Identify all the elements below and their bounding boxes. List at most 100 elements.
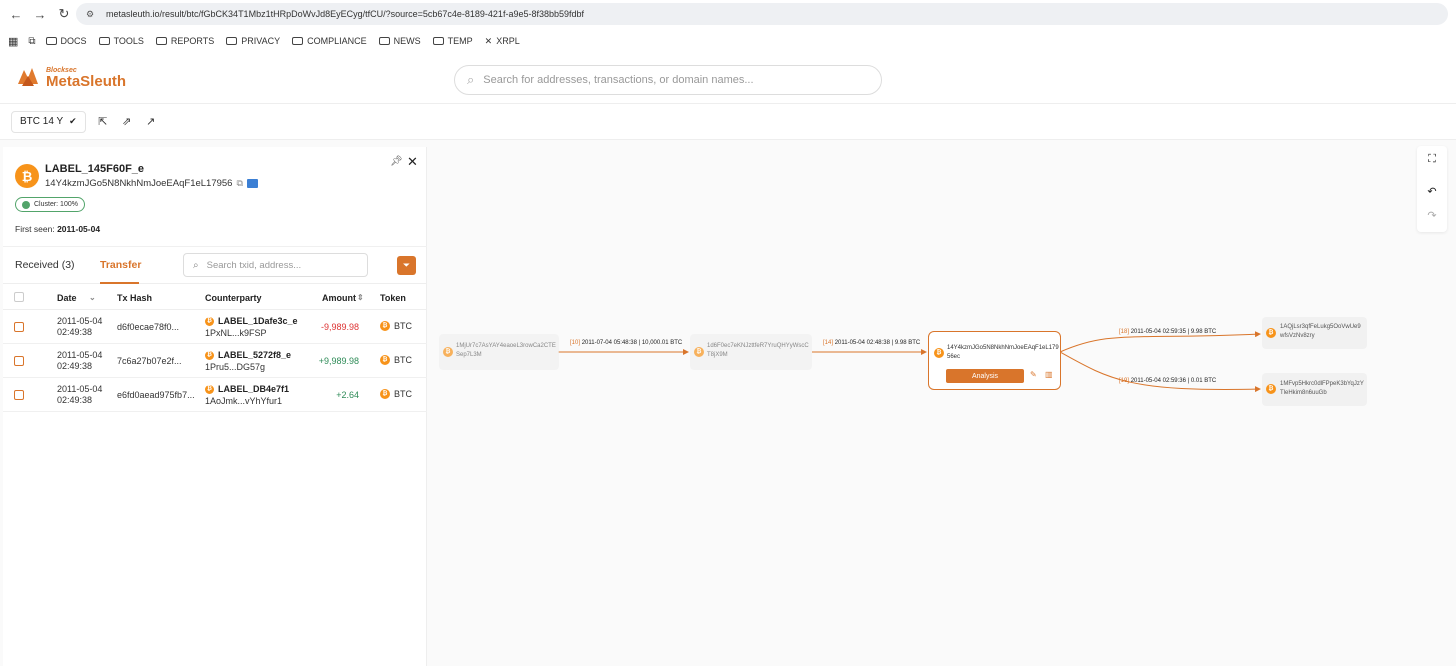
row-counterparty[interactable]: ₿ LABEL_5272f8_e 1Pru5...DG57g	[205, 349, 291, 373]
bitcoin-icon: ₿	[1266, 328, 1276, 338]
row-tx-hash[interactable]: d6f0ecae78f0...	[117, 322, 179, 332]
filter-icon: ⏷	[402, 260, 411, 270]
address-card-icon[interactable]	[246, 179, 258, 188]
tab-transfer[interactable]: Transfer	[100, 259, 141, 271]
site-info-icon[interactable]: ⚙	[86, 9, 98, 20]
row-token: ₿ BTC	[380, 355, 412, 365]
select-all-checkbox[interactable]	[14, 292, 24, 302]
bookmark-compliance[interactable]: COMPLIANCE	[292, 36, 367, 46]
bitcoin-icon: ₿	[380, 321, 390, 331]
forward-icon[interactable]: →	[32, 6, 48, 22]
bookmark-xrpl[interactable]: ✕ XRPL	[485, 36, 520, 47]
row-tx-hash[interactable]: 7c6a27b07e2f...	[117, 356, 182, 366]
graph-node[interactable]: ₿ 1MFvp5Hkrc0dlFPpeK3bYqJzYTleHkim8n6uuG…	[1262, 373, 1367, 406]
edge-label: [14] 2011-05-04 02:48:38 | 9.98 BTC	[823, 340, 921, 346]
row-amount: +2.64	[336, 390, 359, 400]
graph-node[interactable]: ₿ 1AQjLsr3qfFeLukg5OoVwUe9wfsVzNv8zry	[1262, 317, 1367, 349]
col-amount[interactable]: Amount	[322, 293, 356, 303]
row-tx-hash[interactable]: e6fd0aead975fb7...	[117, 390, 195, 400]
bookmark-reports[interactable]: REPORTS	[155, 36, 214, 46]
first-seen-value: 2011-05-04	[57, 224, 101, 234]
bitcoin-icon: ₿	[380, 355, 390, 365]
open-external-icon[interactable]: ↗	[144, 115, 158, 129]
bitcoin-icon: ₿	[934, 348, 944, 358]
tx-search-placeholder: Search txid, address...	[206, 259, 302, 271]
row-date: 2011-05-04 02:49:38	[57, 350, 103, 371]
analysis-button[interactable]: Analysis	[946, 369, 1024, 383]
logo[interactable]: Blocksec MetaSleuth	[14, 64, 126, 92]
table-row[interactable]: 2011-05-04 02:49:38 d6f0ecae78f0... ₿ LABE…	[3, 310, 427, 344]
folder-icon	[98, 37, 110, 45]
row-counterparty[interactable]: ₿ LABEL_DB4e7f1 1AoJmk...vYhYfur1	[205, 383, 289, 407]
date-sort-icon[interactable]: ⌄	[89, 293, 96, 302]
tab-received[interactable]: Received (3)	[15, 259, 75, 271]
row-amount: -9,989.98	[320, 322, 359, 332]
bitcoin-icon: ₿	[694, 347, 704, 357]
first-seen-label: First seen:	[15, 224, 55, 234]
address-label: LABEL_145F60F_e	[45, 163, 145, 175]
address-text: 14Y4kzmJGo5N8NkhNmJoeEAqF1eL17956	[45, 178, 233, 189]
row-counterparty[interactable]: ₿ LABEL_1Dafe3c_e 1PxNL...k9FSP	[205, 315, 298, 339]
table-row[interactable]: 2011-05-04 02:49:38 e6fd0aead975fb7... ₿ L…	[3, 378, 427, 412]
folder-icon	[155, 37, 167, 45]
graph-node-selected[interactable]: ₿ 14Y4kzmJGo5N8NkhNmJoeEAqF1eL17956ec An…	[928, 331, 1061, 390]
node-address: 1MFvp5Hkrc0dlFPpeK3bYqJzYTleHkim8n6uuGb	[1280, 381, 1364, 396]
copy-icon[interactable]: ⧉	[236, 178, 242, 189]
filter-button[interactable]: ⏷	[397, 256, 416, 275]
graph-toolbar: BTC 14 Y ✔ ⇱ ⇗ ↗	[0, 104, 1456, 140]
edit-icon[interactable]: ✎	[1030, 370, 1037, 379]
row-token: ₿ BTC	[380, 321, 412, 331]
node-address: 1MjUr7c7AsYAY4eaoeL3rowCa2CTESep7L3M	[456, 343, 556, 358]
graph-node[interactable]: ₿ 1MjUr7c7AsYAY4eaoeL3rowCa2CTESep7L3M	[439, 334, 559, 370]
row-checkbox[interactable]	[14, 322, 24, 332]
bitcoin-icon: ₿	[15, 164, 39, 188]
row-checkbox[interactable]	[14, 356, 24, 366]
row-checkbox[interactable]	[14, 390, 24, 400]
bookmark-temp[interactable]: TEMP	[432, 36, 473, 46]
global-search-input[interactable]: ⌕ Search for addresses, transactions, or…	[454, 65, 882, 95]
check-icon: ✔	[69, 116, 77, 126]
bookmark-news[interactable]: NEWS	[378, 36, 421, 46]
table-header: Date ⌄ Tx Hash Counterparty Amount ⇕ Tok…	[3, 284, 427, 310]
amount-sort-icon[interactable]: ⇕	[357, 293, 364, 302]
col-date[interactable]: Date	[57, 293, 77, 303]
node-address: 1d6F0ec7eKNJzttfeR7YruQHYyWscCT8jX9M	[707, 343, 809, 358]
edge-label: [10] 2011-07-04 05:48:38 | 10,000.01 BTC	[570, 340, 683, 346]
global-search-placeholder: Search for addresses, transactions, or d…	[483, 74, 754, 86]
bitcoin-icon: ₿	[205, 316, 214, 326]
folder-icon	[292, 37, 304, 45]
url-text: metasleuth.io/result/btc/fGbCK34T1Mbz1tH…	[106, 9, 585, 19]
browser-toolbar: ← → ↻ ⚙ metasleuth.io/result/btc/fGbCK34…	[0, 0, 1456, 28]
chart-icon[interactable]: ▥	[1045, 370, 1053, 379]
row-token: ₿ BTC	[380, 389, 412, 399]
export-icon[interactable]: ⇱	[96, 115, 110, 129]
bookmark-docs[interactable]: DOCS	[45, 36, 87, 46]
search-icon: ⌕	[193, 259, 199, 271]
bitcoin-icon: ₿	[1266, 384, 1276, 394]
folder-icon	[432, 37, 444, 45]
tx-search-input[interactable]: ⌕ Search txid, address...	[183, 253, 368, 277]
table-row[interactable]: 2011-05-04 02:49:38 7c6a27b07e2f... ₿ LABE…	[3, 344, 427, 378]
logo-icon	[18, 68, 38, 86]
folder-icon	[378, 37, 390, 45]
back-icon[interactable]: ←	[8, 6, 24, 22]
bookmark-tools[interactable]: TOOLS	[98, 36, 144, 46]
edge-center-out1[interactable]	[1059, 331, 1261, 353]
folder-icon	[45, 37, 57, 45]
reload-icon[interactable]: ↻	[56, 6, 72, 22]
graph-node[interactable]: ₿ 1d6F0ec7eKNJzttfeR7YruQHYyWscCT8jX9M	[690, 334, 812, 370]
row-date: 2011-05-04 02:49:38	[57, 384, 103, 405]
node-address: 14Y4kzmJGo5N8NkhNmJoeEAqF1eL17956ec	[947, 345, 1059, 360]
pin-icon[interactable]: 📌︎	[390, 156, 403, 167]
share-icon[interactable]: ⇗	[120, 115, 134, 129]
chain-label: BTC 14 Y	[20, 116, 64, 127]
chain-selector[interactable]: BTC 14 Y ✔	[11, 110, 86, 133]
bookmark-extension-icon[interactable]: ⧉	[28, 36, 35, 47]
address-detail-panel: ₿ LABEL_145F60F_e 14Y4kzmJGo5N8NkhNmJoeE…	[3, 147, 427, 666]
apps-icon[interactable]: ▦	[8, 35, 18, 48]
cluster-dot-icon	[22, 200, 30, 209]
url-bar[interactable]: ⚙ metasleuth.io/result/btc/fGbCK34T1Mbz1…	[76, 3, 1448, 25]
bookmark-privacy[interactable]: PRIVACY	[226, 36, 280, 46]
close-icon[interactable]: ✕	[407, 154, 418, 170]
flow-graph[interactable]: [10] 2011-07-04 05:48:38 | 10,000.01 BTC…	[430, 140, 1456, 666]
